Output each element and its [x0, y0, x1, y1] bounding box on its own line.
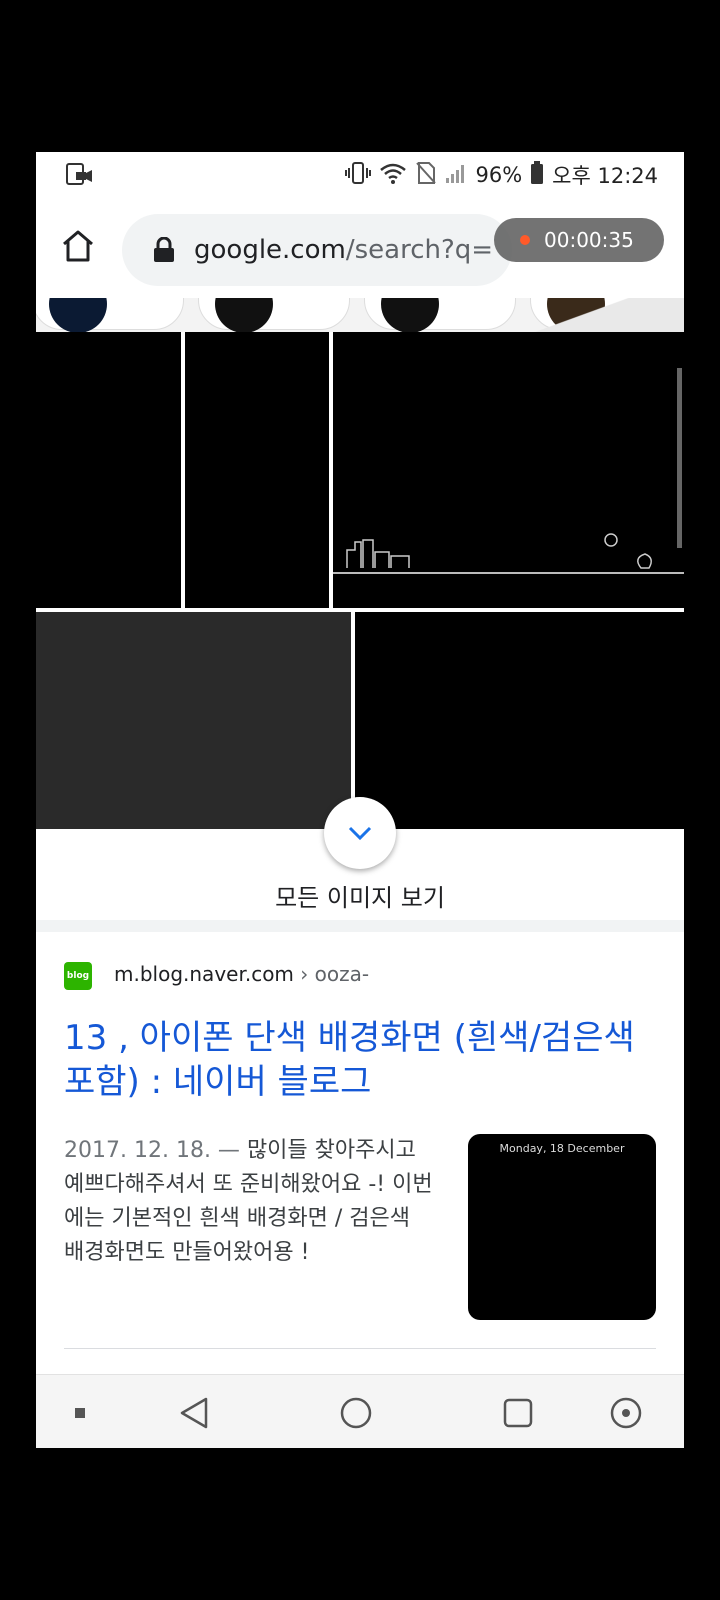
screen-record-icon: [66, 162, 94, 191]
image-tile[interactable]: [36, 612, 351, 829]
home-circle-icon[interactable]: [338, 1395, 374, 1431]
status-bar: 96% 오후 12:24: [36, 152, 684, 198]
image-chip[interactable]: [36, 298, 184, 332]
skyline-graphic: [346, 539, 410, 568]
url-text: google.com/search?q=: [194, 235, 493, 265]
image-tile[interactable]: [185, 332, 329, 608]
image-tile[interactable]: [355, 612, 684, 829]
phone-screen: 96% 오후 12:24 google.com/search?q= 00:00:…: [36, 152, 684, 1448]
vibrate-icon: [345, 161, 372, 190]
image-tile[interactable]: [36, 332, 181, 608]
result-title-link[interactable]: 13 , 아이폰 단색 배경화면 (흰색/검은색 포함) : 네이버 블로그: [64, 1016, 664, 1104]
home-icon[interactable]: [58, 226, 98, 266]
result-thumbnail[interactable]: Monday, 18 December: [468, 1134, 656, 1320]
clock: 오후 12:24: [552, 164, 658, 188]
tile-scrollbar: [677, 368, 682, 548]
square-dot-icon[interactable]: [62, 1395, 98, 1431]
result-snippet: 2017. 12. 18. — 많이들 찾아주시고 예쁘다해주셔서 또 준비해왔…: [64, 1134, 434, 1270]
naver-blog-favicon: blog: [64, 962, 92, 990]
thumbnail-caption: Monday, 18 December: [499, 1142, 625, 1155]
result-site[interactable]: m.blog.naver.com › ooza-: [114, 962, 369, 986]
chevron-down-icon: [348, 826, 372, 841]
expand-images-button[interactable]: [324, 797, 396, 869]
result-divider: [64, 1348, 656, 1349]
cactus-graphic: [604, 533, 652, 569]
image-chip-strip: [36, 298, 684, 332]
record-dot-icon: [520, 235, 530, 245]
site-domain: m.blog.naver.com: [114, 962, 294, 986]
url-host: google.com: [194, 235, 346, 265]
recording-timer-pill[interactable]: 00:00:35: [494, 218, 664, 262]
ground-line: [333, 572, 684, 574]
image-results-grid: [36, 332, 684, 829]
see-all-images-link[interactable]: 모든 이미지 보기: [36, 878, 684, 913]
no-sim-icon: [415, 161, 437, 190]
recording-timer: 00:00:35: [544, 228, 634, 252]
assistant-icon[interactable]: [608, 1395, 644, 1431]
search-result-card: blog m.blog.naver.com › ooza- 13 , 아이폰 단…: [36, 932, 684, 1352]
system-nav-bar: [36, 1374, 684, 1448]
recents-icon[interactable]: [500, 1395, 536, 1431]
url-path: /search?q=: [345, 235, 494, 265]
strip-fade: [504, 298, 684, 332]
browser-toolbar: google.com/search?q= 00:00:35: [36, 198, 684, 298]
section-divider: [36, 920, 684, 932]
address-bar[interactable]: google.com/search?q=: [122, 214, 512, 286]
lock-icon: [152, 236, 176, 263]
back-icon[interactable]: [176, 1395, 212, 1431]
image-tile[interactable]: [333, 332, 684, 608]
image-chip[interactable]: [198, 298, 350, 332]
wifi-icon: [379, 161, 407, 190]
image-chip[interactable]: [364, 298, 516, 332]
result-date: 2017. 12. 18. —: [64, 1138, 240, 1163]
site-breadcrumb: › ooza-: [300, 962, 370, 986]
signal-icon: [445, 162, 467, 189]
battery-icon: [530, 160, 544, 190]
battery-percent: 96%: [475, 163, 523, 187]
